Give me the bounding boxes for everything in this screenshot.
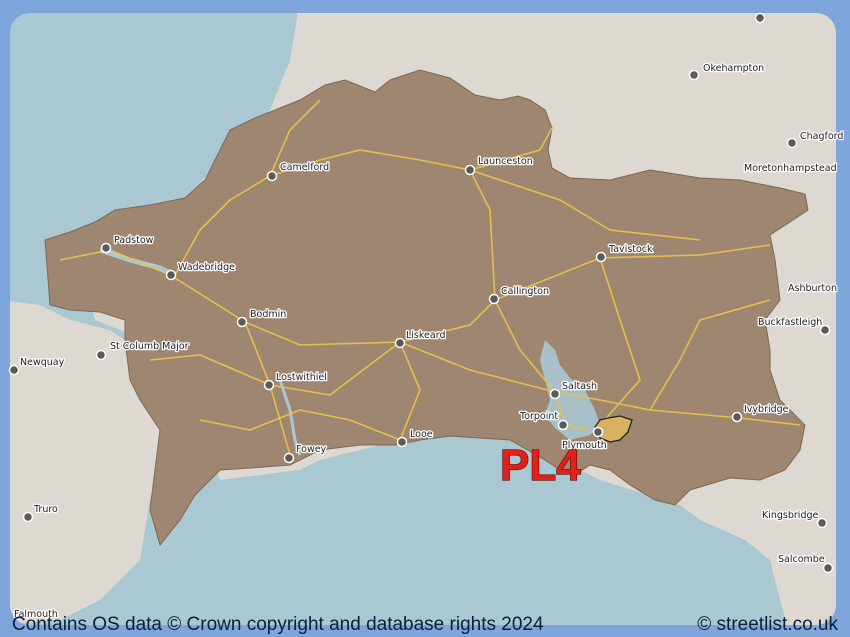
district-label: PL4 bbox=[500, 441, 581, 490]
town-dot-fowey bbox=[283, 452, 295, 464]
town-label-padstow: Padstow bbox=[114, 235, 154, 246]
town-label-lostwithiel: Lostwithiel bbox=[276, 372, 327, 383]
town-dot-ivybridge bbox=[731, 411, 743, 423]
town-dot-kingsbridge bbox=[816, 517, 828, 529]
town-label-launceston: Launceston bbox=[478, 156, 533, 167]
town-label-tavistock: Tavistock bbox=[608, 244, 653, 255]
os-attribution: Contains OS data © Crown copyright and d… bbox=[12, 614, 544, 635]
town-label-newquay: Newquay bbox=[20, 357, 65, 368]
town-dot-plymouth bbox=[592, 426, 604, 438]
town-dot-st-columb-major bbox=[95, 349, 107, 361]
town-dot-wadebridge bbox=[165, 269, 177, 281]
town-dot-liskeard bbox=[394, 337, 406, 349]
town-label-fowey: Fowey bbox=[296, 444, 327, 455]
attribution-footer: Contains OS data © Crown copyright and d… bbox=[0, 613, 850, 637]
town-dot-saltash bbox=[549, 388, 561, 400]
town-dot-camelford bbox=[266, 170, 278, 182]
town-label-camelford: Camelford bbox=[280, 162, 329, 173]
town-dot-launceston bbox=[464, 164, 476, 176]
town-label-kingsbridge: Kingsbridge bbox=[762, 510, 819, 521]
town-label-moretonhampstead: Moretonhampstead bbox=[744, 163, 837, 174]
town-label-st-columb-major: St Columb Major bbox=[110, 341, 189, 352]
town-label-buckfastleigh: Buckfastleigh bbox=[758, 317, 822, 328]
town-label-liskeard: Liskeard bbox=[406, 330, 445, 341]
town-dot-okehampton bbox=[688, 69, 700, 81]
town-dot-looe bbox=[396, 436, 408, 448]
town-label-ivybridge: Ivybridge bbox=[744, 404, 789, 415]
town-dot-salcombe bbox=[822, 562, 834, 574]
town-dot-torpoint bbox=[557, 419, 569, 431]
town-label-callington: Callington bbox=[501, 286, 549, 297]
town-label-ashburton: Ashburton bbox=[788, 283, 837, 294]
town-label-saltash: Saltash bbox=[562, 381, 597, 392]
town-label-chagford: Chagford bbox=[800, 131, 843, 142]
town-label-truro: Truro bbox=[33, 504, 58, 515]
town-dot-truro bbox=[22, 511, 34, 523]
town-dot-chagford bbox=[786, 137, 798, 149]
town-label-okehampton: Okehampton bbox=[703, 63, 764, 74]
map-frame: Okehampton Chagford Moretonhampstead Cam… bbox=[0, 0, 850, 637]
town-dot-callington bbox=[488, 293, 500, 305]
town-dot-bodmin bbox=[236, 316, 248, 328]
site-credit[interactable]: © streetlist.co.uk bbox=[697, 613, 838, 637]
town-dot-padstow bbox=[100, 242, 112, 254]
town-label-looe: Looe bbox=[410, 429, 433, 440]
town-label-wadebridge: Wadebridge bbox=[178, 262, 235, 273]
town-dot-lostwithiel bbox=[263, 379, 275, 391]
town-label-bodmin: Bodmin bbox=[250, 309, 286, 320]
town-label-salcombe: Salcombe bbox=[778, 554, 825, 565]
town-dot-newquay bbox=[8, 364, 20, 376]
town-label-torpoint: Torpoint bbox=[519, 411, 558, 422]
town-dot-tavistock bbox=[595, 251, 607, 263]
town-dot bbox=[754, 12, 766, 24]
map: Okehampton Chagford Moretonhampstead Cam… bbox=[8, 12, 845, 625]
